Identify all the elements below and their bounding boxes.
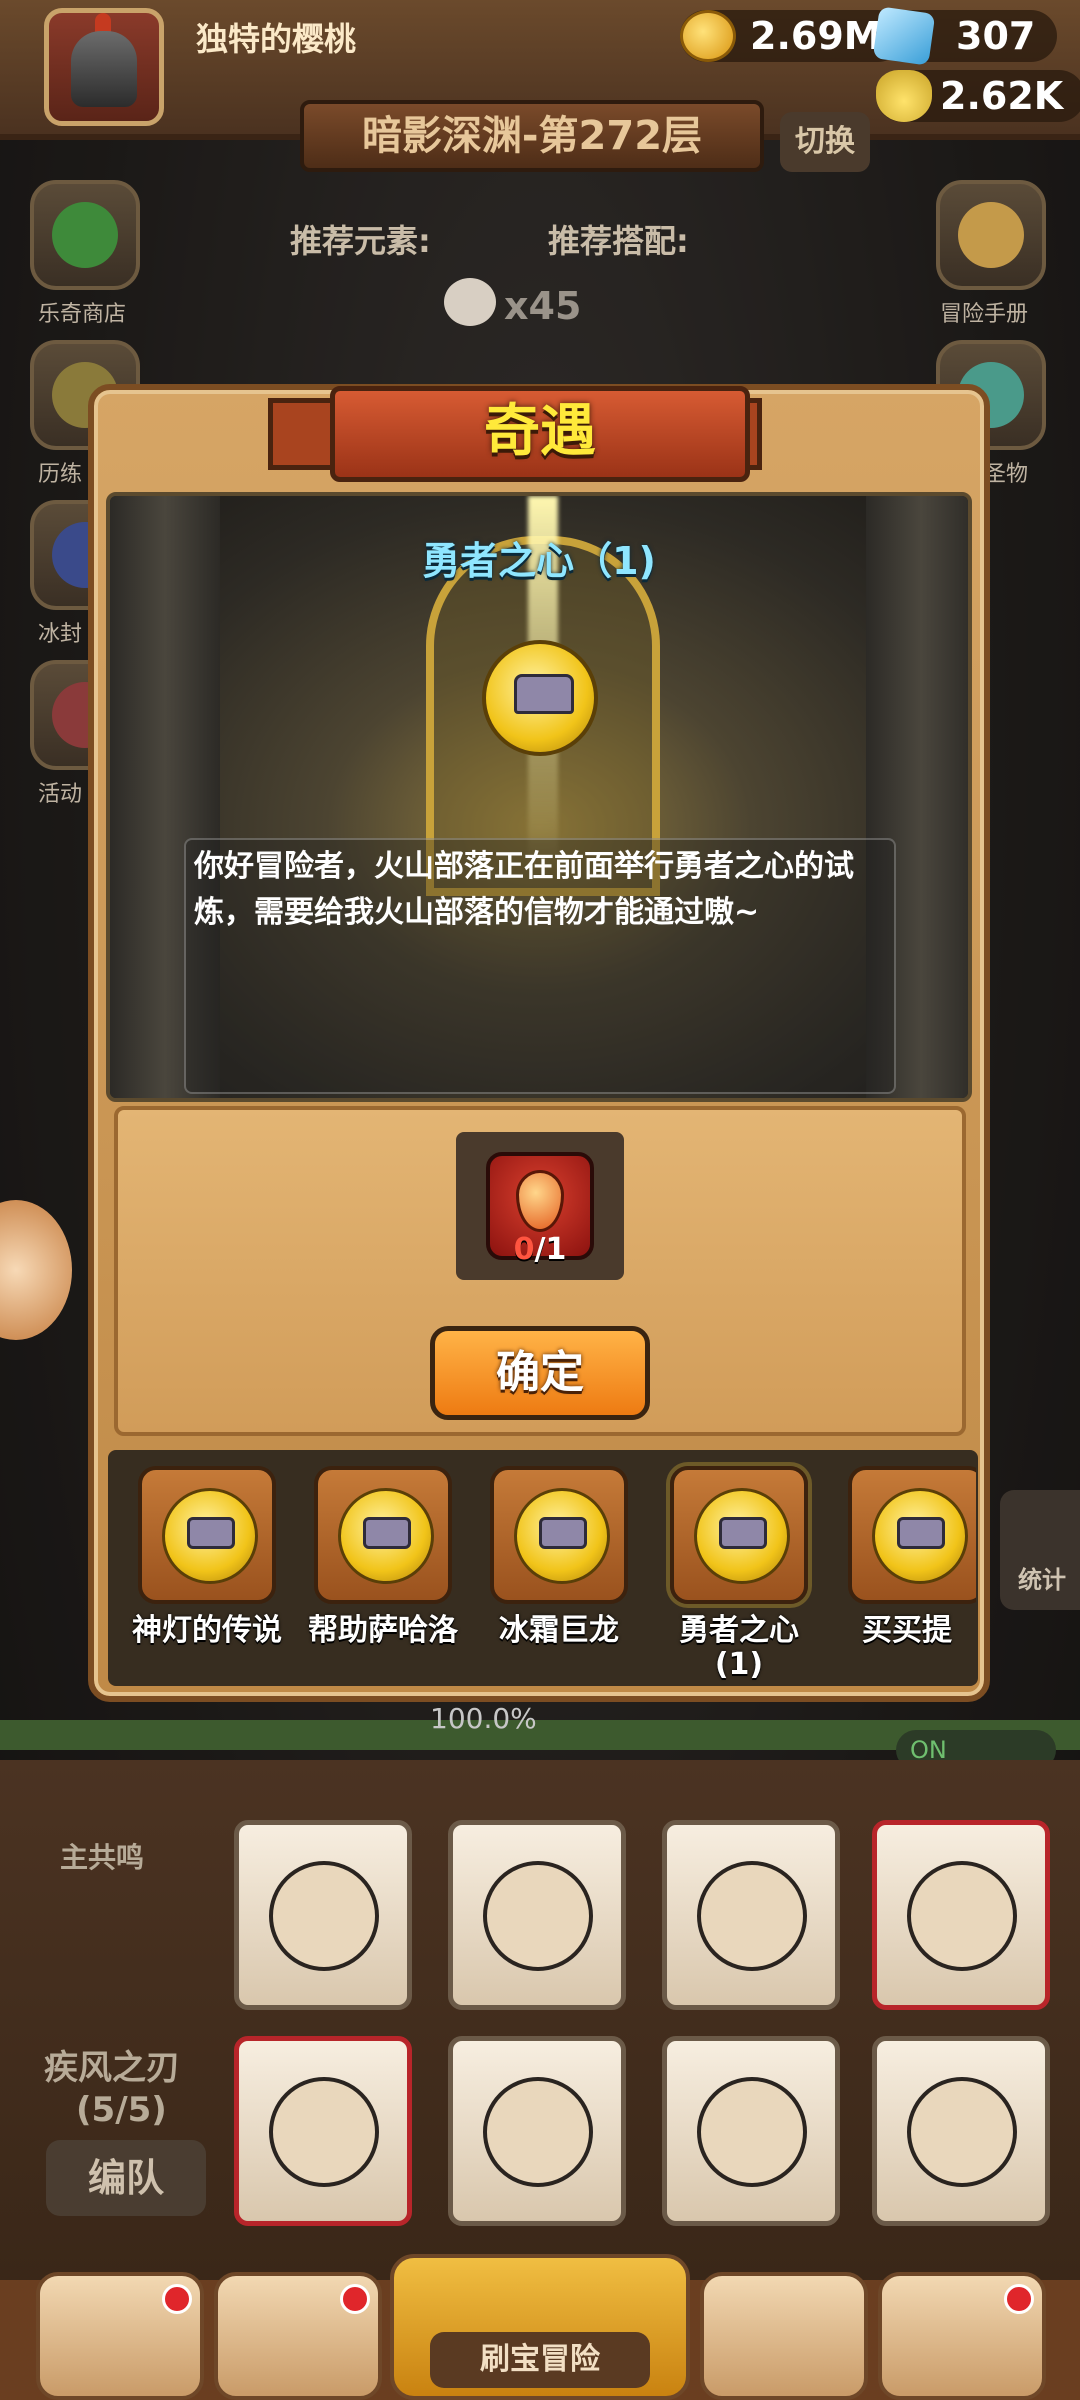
anvil-icon bbox=[719, 1517, 767, 1549]
event-tab-label: 帮助萨哈洛 bbox=[308, 1613, 458, 1648]
nav-shop-button[interactable] bbox=[36, 2272, 204, 2400]
hero-portrait bbox=[269, 1861, 379, 1971]
hero-card[interactable] bbox=[234, 1820, 412, 2010]
needed-count: /1 bbox=[534, 1232, 567, 1267]
event-tab-label: 冰霜巨龙 bbox=[499, 1613, 619, 1648]
weapon-level: (5/5) bbox=[76, 2090, 167, 2130]
event-tab-tile bbox=[490, 1466, 628, 1604]
anvil-icon bbox=[187, 1517, 235, 1549]
frozen-label: 冰封 bbox=[38, 622, 83, 647]
required-item-count: 0/1 bbox=[486, 1232, 594, 1267]
event-tab-label: 买买提 bbox=[862, 1613, 952, 1648]
fire-gem-icon bbox=[516, 1170, 564, 1232]
anvil-icon bbox=[539, 1517, 587, 1549]
gem-counter[interactable]: 307 bbox=[872, 6, 1058, 66]
dialog-text: 你好冒险者，火山部落正在前面举行勇者之心的试炼，需要给我火山部落的信物才能通过嗷… bbox=[184, 838, 896, 1094]
relic-label: 圣物 bbox=[984, 462, 1029, 487]
anvil-icon bbox=[897, 1517, 945, 1549]
progress-text: 100.0% bbox=[430, 1702, 537, 1735]
event-tab[interactable]: 神灯的传说 bbox=[132, 1466, 282, 1676]
hero-card[interactable] bbox=[448, 2036, 626, 2226]
nav-adventure-label: 刷宝冒险 bbox=[430, 2332, 650, 2388]
hero-card[interactable] bbox=[234, 2036, 412, 2226]
medal-icon bbox=[694, 1488, 790, 1584]
medal-icon bbox=[514, 1488, 610, 1584]
event-label: 活动 bbox=[38, 782, 83, 807]
event-tab-tile bbox=[138, 1466, 276, 1604]
nav-bag-button[interactable] bbox=[700, 2272, 868, 2400]
hero-card[interactable] bbox=[448, 1820, 626, 2010]
anvil-icon bbox=[514, 674, 574, 714]
confirm-button[interactable]: 确定 bbox=[430, 1326, 650, 1420]
gold-coin-icon bbox=[680, 10, 736, 62]
weapon-name: 疾风之刃 bbox=[44, 2048, 180, 2088]
adventure-manual-label: 冒险手册 bbox=[940, 302, 1029, 327]
event-tab[interactable]: 冰霜巨龙 bbox=[484, 1466, 634, 1676]
medal-icon bbox=[162, 1488, 258, 1584]
edit-team-button[interactable]: 编队 bbox=[46, 2140, 206, 2216]
hero-portrait bbox=[907, 1861, 1017, 1971]
hero-card[interactable] bbox=[662, 1820, 840, 2010]
hero-card[interactable] bbox=[872, 2036, 1050, 2226]
notification-dot bbox=[340, 2284, 370, 2314]
player-avatar[interactable] bbox=[44, 8, 164, 126]
hero-portrait bbox=[697, 2077, 807, 2187]
skull-icon bbox=[444, 278, 496, 326]
event-tab[interactable]: 帮助萨哈洛 bbox=[308, 1466, 458, 1676]
medal-icon bbox=[872, 1488, 968, 1584]
owned-count: 0 bbox=[513, 1232, 535, 1267]
notification-dot bbox=[162, 2284, 192, 2314]
clover-icon bbox=[52, 202, 118, 268]
ribbon-tail-left bbox=[268, 398, 338, 470]
hero-portrait bbox=[483, 2077, 593, 2187]
knight-helmet-icon bbox=[71, 31, 137, 107]
skull-count: x45 bbox=[504, 284, 582, 328]
recommended-elements-label: 推荐元素: bbox=[290, 222, 431, 260]
lucky-shop-label: 乐奇商店 bbox=[38, 302, 127, 327]
adventure-manual-button[interactable] bbox=[936, 180, 1046, 290]
brave-heart-medal-icon bbox=[482, 640, 598, 756]
event-tab[interactable]: 买买提 bbox=[842, 1466, 976, 1676]
event-tab-tile bbox=[670, 1466, 808, 1604]
event-tab-label: 神灯的传说 bbox=[132, 1613, 282, 1648]
event-name: 勇者之心（1) bbox=[422, 539, 656, 583]
hero-card[interactable] bbox=[662, 2036, 840, 2226]
stats-label: 统计 bbox=[1018, 1566, 1066, 1594]
recommended-combo-label: 推荐搭配: bbox=[548, 222, 689, 260]
event-tab-selected[interactable]: 勇者之心 (1) bbox=[664, 1466, 814, 1682]
hero-portrait bbox=[483, 1861, 593, 1971]
player-name: 独特的樱桃 bbox=[196, 20, 357, 58]
potion-icon bbox=[876, 70, 932, 122]
hero-portrait bbox=[697, 1861, 807, 1971]
gem-icon bbox=[872, 6, 936, 66]
trial-label: 历练 bbox=[38, 462, 83, 487]
event-tab-label: 勇者之心 (1) bbox=[679, 1613, 799, 1682]
nav-forge-button[interactable] bbox=[878, 2272, 1046, 2400]
dialog-title: 奇遇 bbox=[484, 399, 596, 464]
anvil-icon bbox=[363, 1517, 411, 1549]
event-tab-tile bbox=[314, 1466, 452, 1604]
nav-hero-button[interactable] bbox=[214, 2272, 382, 2400]
resonance-label: 主共鸣 bbox=[60, 1841, 145, 1874]
event-tab-tile bbox=[848, 1466, 976, 1604]
potion-counter[interactable]: 2.62K bbox=[876, 66, 1080, 126]
notification-dot bbox=[1004, 2284, 1034, 2314]
hero-card[interactable] bbox=[872, 1820, 1050, 2010]
stage-title: 暗影深渊-第272层 bbox=[300, 100, 764, 172]
hero-portrait bbox=[907, 2077, 1017, 2187]
scroll-icon bbox=[958, 202, 1024, 268]
switch-stage-button[interactable]: 切换 bbox=[780, 112, 870, 172]
hero-portrait bbox=[269, 2077, 379, 2187]
gold-counter[interactable]: 2.69M bbox=[680, 6, 904, 66]
lucky-shop-button[interactable] bbox=[30, 180, 140, 290]
medal-icon bbox=[338, 1488, 434, 1584]
